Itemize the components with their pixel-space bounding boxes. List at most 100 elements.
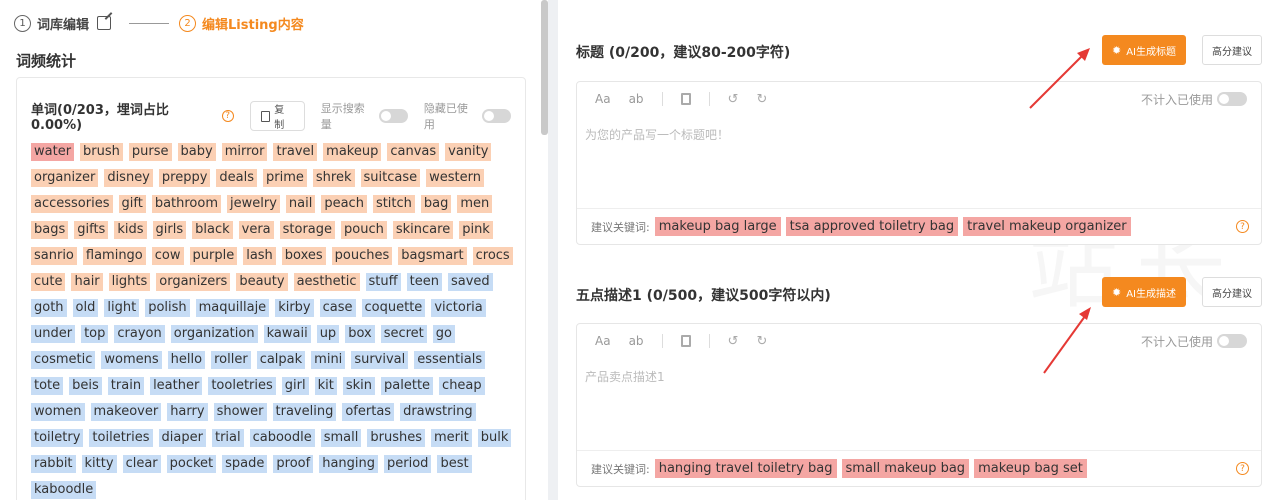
word-tag[interactable]: bag bbox=[420, 195, 452, 213]
word-tag[interactable]: spade bbox=[222, 455, 268, 473]
word-tag[interactable]: preppy bbox=[158, 169, 211, 187]
word-tag[interactable]: shower bbox=[213, 403, 267, 421]
word-tag[interactable]: pouches bbox=[331, 247, 393, 265]
word-tag[interactable]: organizers bbox=[156, 273, 231, 291]
word-tag[interactable]: girl bbox=[281, 377, 309, 395]
word-tag[interactable]: bathroom bbox=[151, 195, 221, 213]
word-tag[interactable]: old bbox=[72, 299, 99, 317]
word-tag[interactable]: best bbox=[437, 455, 472, 473]
word-tag[interactable]: saved bbox=[447, 273, 493, 291]
word-tag[interactable]: kaboodle bbox=[31, 481, 97, 499]
word-tag[interactable]: womens bbox=[101, 351, 162, 369]
word-tag[interactable]: suitcase bbox=[360, 169, 421, 187]
hide-used-toggle[interactable] bbox=[481, 109, 511, 123]
word-tag[interactable]: brush bbox=[80, 143, 123, 161]
word-tag[interactable]: top bbox=[81, 325, 109, 343]
word-tag[interactable]: toiletries bbox=[89, 429, 153, 447]
word-tag[interactable]: proof bbox=[273, 455, 314, 473]
word-tag[interactable]: pouch bbox=[341, 221, 387, 239]
word-tag[interactable]: water bbox=[31, 143, 75, 161]
word-tag[interactable]: makeup bbox=[323, 143, 382, 161]
word-tag[interactable]: flamingo bbox=[82, 247, 146, 265]
word-tag[interactable]: organization bbox=[170, 325, 258, 343]
help-icon[interactable]: ? bbox=[221, 110, 234, 122]
word-tag[interactable]: go bbox=[432, 325, 455, 343]
word-tag[interactable]: box bbox=[345, 325, 375, 343]
word-tag[interactable]: leather bbox=[150, 377, 203, 395]
word-tag[interactable]: under bbox=[31, 325, 76, 343]
word-tag[interactable]: lights bbox=[108, 273, 151, 291]
step-1-label[interactable]: 词库编辑 bbox=[37, 14, 89, 33]
word-tag[interactable]: lash bbox=[243, 247, 276, 265]
word-tag[interactable]: makeover bbox=[90, 403, 162, 421]
left-scrollbar[interactable] bbox=[541, 0, 548, 135]
word-tag[interactable]: nail bbox=[285, 195, 316, 213]
word-tag[interactable]: kit bbox=[314, 377, 337, 395]
word-tag[interactable]: mini bbox=[311, 351, 346, 369]
word-tag[interactable]: secret bbox=[380, 325, 427, 343]
word-tag[interactable]: polish bbox=[145, 299, 190, 317]
word-tag[interactable]: bagsmart bbox=[398, 247, 467, 265]
word-tag[interactable]: train bbox=[107, 377, 145, 395]
word-tag[interactable]: vera bbox=[238, 221, 274, 239]
word-tag[interactable]: bulk bbox=[477, 429, 512, 447]
word-tag[interactable]: clear bbox=[122, 455, 161, 473]
word-tag[interactable]: deals bbox=[216, 169, 258, 187]
word-tag[interactable]: mirror bbox=[221, 143, 268, 161]
word-tag[interactable]: period bbox=[384, 455, 432, 473]
word-tag[interactable]: light bbox=[104, 299, 140, 317]
word-tag[interactable]: brushes bbox=[367, 429, 426, 447]
word-tag[interactable]: hair bbox=[71, 273, 103, 291]
word-tag[interactable]: rabbit bbox=[31, 455, 76, 473]
word-tag[interactable]: western bbox=[426, 169, 484, 187]
word-tag[interactable]: kawaii bbox=[263, 325, 311, 343]
word-tag[interactable]: survival bbox=[351, 351, 409, 369]
word-tag[interactable]: skincare bbox=[392, 221, 454, 239]
word-tag[interactable]: drawstring bbox=[400, 403, 476, 421]
word-tag[interactable]: accessories bbox=[31, 195, 113, 213]
word-tag[interactable]: roller bbox=[211, 351, 251, 369]
word-tag[interactable]: jewelry bbox=[227, 195, 280, 213]
step-2[interactable]: 2 编辑Listing内容 bbox=[179, 14, 304, 33]
word-tag[interactable]: victoria bbox=[431, 299, 486, 317]
word-tag[interactable]: traveling bbox=[272, 403, 337, 421]
word-tag[interactable]: gift bbox=[118, 195, 146, 213]
word-tag[interactable]: cheap bbox=[439, 377, 485, 395]
word-tag[interactable]: boxes bbox=[281, 247, 326, 265]
word-tag[interactable]: storage bbox=[279, 221, 336, 239]
word-tag[interactable]: goth bbox=[31, 299, 67, 317]
word-tag[interactable]: black bbox=[192, 221, 233, 239]
word-tag[interactable]: prime bbox=[263, 169, 307, 187]
word-tag[interactable]: ofertas bbox=[342, 403, 395, 421]
word-tag[interactable]: pink bbox=[459, 221, 493, 239]
word-tag[interactable]: sanrio bbox=[31, 247, 77, 265]
word-tag[interactable]: purple bbox=[189, 247, 238, 265]
word-tag[interactable]: small bbox=[320, 429, 362, 447]
word-tag[interactable]: cute bbox=[31, 273, 66, 291]
word-tag[interactable]: disney bbox=[104, 169, 153, 187]
word-tag[interactable]: kitty bbox=[81, 455, 117, 473]
word-tag[interactable]: toiletry bbox=[31, 429, 84, 447]
word-tag[interactable]: up bbox=[316, 325, 340, 343]
word-tag[interactable]: aesthetic bbox=[293, 273, 360, 291]
copy-button[interactable]: 复制 bbox=[249, 101, 305, 131]
word-tag[interactable]: coquette bbox=[361, 299, 426, 317]
word-tag[interactable]: tote bbox=[31, 377, 64, 395]
edit-icon[interactable] bbox=[97, 16, 112, 30]
word-tag[interactable]: trial bbox=[211, 429, 244, 447]
word-tag[interactable]: stitch bbox=[372, 195, 415, 213]
word-tag[interactable]: calpak bbox=[256, 351, 306, 369]
word-tag[interactable]: essentials bbox=[414, 351, 486, 369]
word-tag[interactable]: women bbox=[31, 403, 85, 421]
word-tag[interactable]: harry bbox=[167, 403, 208, 421]
word-tag[interactable]: beauty bbox=[236, 273, 288, 291]
word-tag[interactable]: bags bbox=[31, 221, 69, 239]
word-tag[interactable]: vanity bbox=[445, 143, 492, 161]
word-tag[interactable]: shrek bbox=[312, 169, 355, 187]
word-tag[interactable]: diaper bbox=[158, 429, 206, 447]
word-tag[interactable]: pocket bbox=[166, 455, 217, 473]
word-tag[interactable]: travel bbox=[273, 143, 318, 161]
word-tag[interactable]: caboodle bbox=[249, 429, 315, 447]
word-tag[interactable]: teen bbox=[406, 273, 442, 291]
word-tag[interactable]: baby bbox=[177, 143, 216, 161]
